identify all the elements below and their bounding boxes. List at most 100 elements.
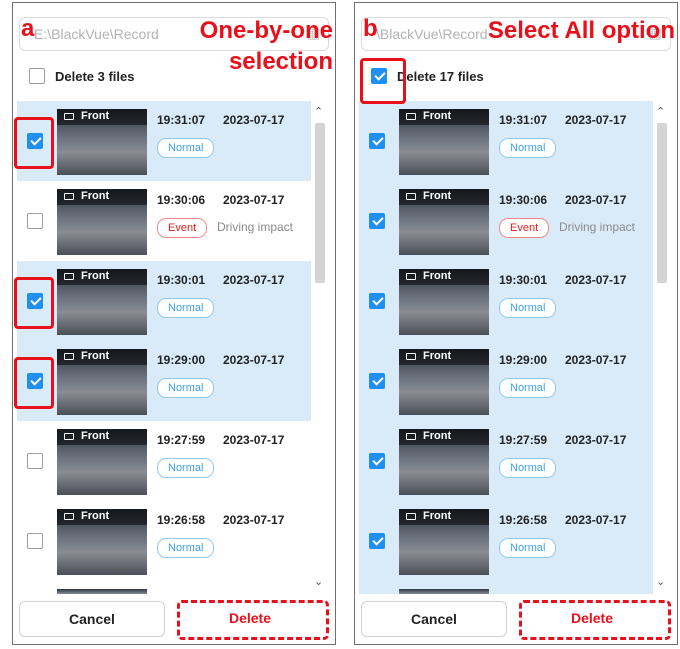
camera-icon xyxy=(406,273,416,280)
camera-label: Front xyxy=(423,110,452,122)
video-thumbnail-partial[interactable] xyxy=(57,589,147,594)
camera-icon xyxy=(64,113,74,120)
type-badge: Normal xyxy=(499,138,557,158)
thumbnail-header: Front xyxy=(399,269,489,285)
file-list[interactable]: Front 19:31:07 2023-07-17 Normal Front 1… xyxy=(17,101,311,594)
scroll-down-icon[interactable]: ⌄ xyxy=(314,575,323,588)
scroll-down-icon[interactable]: ⌄ xyxy=(656,575,665,588)
video-thumbnail[interactable]: Front xyxy=(57,109,147,175)
video-thumbnail[interactable]: Front xyxy=(399,349,489,415)
camera-icon xyxy=(64,193,74,200)
row-checkbox[interactable] xyxy=(369,453,385,469)
delete-count-label: Delete 3 files xyxy=(55,69,135,84)
type-badge: Normal xyxy=(157,138,215,158)
type-badge: Normal xyxy=(157,538,215,558)
file-row[interactable]: Front 19:27:59 2023-07-17 Normal xyxy=(359,421,653,501)
thumbnail-header: Front xyxy=(57,349,147,365)
record-time: 19:26:58 xyxy=(499,513,548,527)
video-thumbnail[interactable]: Front xyxy=(399,509,489,575)
video-thumbnail[interactable]: Front xyxy=(57,269,147,335)
select-all-checkbox[interactable] xyxy=(29,68,45,84)
row-checkbox[interactable] xyxy=(27,213,43,229)
record-time: 19:31:07 xyxy=(499,113,548,127)
file-row-partial[interactable] xyxy=(359,581,653,594)
camera-icon xyxy=(64,433,74,440)
type-badge: Normal xyxy=(157,458,215,478)
file-row[interactable]: Front 19:30:01 2023-07-17 Normal xyxy=(17,261,311,341)
record-time: 19:30:06 xyxy=(157,193,206,207)
camera-icon xyxy=(406,113,416,120)
camera-label: Front xyxy=(81,430,110,442)
file-row[interactable]: Front 19:27:59 2023-07-17 Normal xyxy=(17,421,311,501)
file-row[interactable]: Front 19:26:58 2023-07-17 Normal xyxy=(17,501,311,581)
file-row[interactable]: Front 19:31:07 2023-07-17 Normal xyxy=(17,101,311,181)
file-row[interactable]: Front 19:30:01 2023-07-17 Normal xyxy=(359,261,653,341)
event-note: Driving impact xyxy=(559,220,636,234)
camera-icon xyxy=(406,433,416,440)
scrollbar[interactable]: ⌃ ⌄ xyxy=(653,101,671,594)
camera-icon xyxy=(406,513,416,520)
thumbnail-header: Front xyxy=(57,109,147,125)
row-checkbox[interactable] xyxy=(369,213,385,229)
video-thumbnail[interactable]: Front xyxy=(399,429,489,495)
path-text: \BlackVue\Record xyxy=(376,26,488,42)
camera-icon xyxy=(406,193,416,200)
file-row[interactable]: Front 19:26:58 2023-07-17 Normal xyxy=(359,501,653,581)
cancel-button[interactable]: Cancel xyxy=(361,601,507,637)
panel-letter: b xyxy=(363,15,378,42)
record-date: 2023-07-17 xyxy=(223,193,285,207)
scroll-up-icon[interactable]: ⌃ xyxy=(656,105,665,118)
row-checkbox[interactable] xyxy=(369,373,385,389)
type-badge: Normal xyxy=(157,298,215,318)
camera-label: Front xyxy=(81,270,110,282)
record-date: 2023-07-17 xyxy=(223,513,285,527)
row-checkbox[interactable] xyxy=(369,293,385,309)
type-badge: Normal xyxy=(499,378,557,398)
video-thumbnail[interactable]: Front xyxy=(57,189,147,255)
type-badge: Normal xyxy=(157,378,215,398)
thumbnail-header: Front xyxy=(399,429,489,445)
scroll-thumb[interactable] xyxy=(657,123,667,283)
highlight-box xyxy=(14,357,54,409)
cancel-button[interactable]: Cancel xyxy=(19,601,165,637)
delete-highlight-box xyxy=(519,600,671,640)
video-thumbnail[interactable]: Front xyxy=(399,269,489,335)
camera-label: Front xyxy=(81,110,110,122)
video-thumbnail[interactable]: Front xyxy=(399,189,489,255)
scroll-up-icon[interactable]: ⌃ xyxy=(314,105,323,118)
scrollbar[interactable]: ⌃ ⌄ xyxy=(311,101,329,594)
camera-label: Front xyxy=(423,350,452,362)
thumbnail-header: Front xyxy=(399,189,489,205)
row-checkbox[interactable] xyxy=(27,453,43,469)
camera-label: Front xyxy=(423,190,452,202)
camera-label: Front xyxy=(81,510,110,522)
camera-icon xyxy=(64,273,74,280)
file-row[interactable]: Front 19:31:07 2023-07-17 Normal xyxy=(359,101,653,181)
record-time: 19:29:00 xyxy=(157,353,206,367)
video-thumbnail[interactable]: Front xyxy=(57,509,147,575)
video-thumbnail[interactable]: Front xyxy=(399,109,489,175)
record-date: 2023-07-17 xyxy=(223,433,285,447)
file-row[interactable]: Front 19:30:06 2023-07-17 Event Driving … xyxy=(359,181,653,261)
file-row[interactable]: Front 19:30:06 2023-07-17 Event Driving … xyxy=(17,181,311,261)
camera-icon xyxy=(64,353,74,360)
highlight-box xyxy=(14,277,54,329)
file-list[interactable]: Front 19:31:07 2023-07-17 Normal Front 1… xyxy=(359,101,653,594)
record-date: 2023-07-17 xyxy=(565,273,627,287)
camera-label: Front xyxy=(423,270,452,282)
file-row[interactable]: Front 19:29:00 2023-07-17 Normal xyxy=(359,341,653,421)
video-thumbnail[interactable]: Front xyxy=(57,349,147,415)
delete-dialog-panel-a: E:\BlackVue\Record ▦ a One-by-one select… xyxy=(12,2,336,645)
type-badge: Event xyxy=(499,218,550,238)
row-checkbox[interactable] xyxy=(369,533,385,549)
video-thumbnail-partial[interactable] xyxy=(399,589,489,594)
file-row[interactable]: Front 19:29:00 2023-07-17 Normal xyxy=(17,341,311,421)
record-time: 19:30:06 xyxy=(499,193,548,207)
scroll-thumb[interactable] xyxy=(315,123,325,283)
video-thumbnail[interactable]: Front xyxy=(57,429,147,495)
row-checkbox[interactable] xyxy=(369,133,385,149)
camera-icon xyxy=(64,513,74,520)
row-checkbox[interactable] xyxy=(27,533,43,549)
record-date: 2023-07-17 xyxy=(223,273,285,287)
record-time: 19:26:58 xyxy=(157,513,206,527)
